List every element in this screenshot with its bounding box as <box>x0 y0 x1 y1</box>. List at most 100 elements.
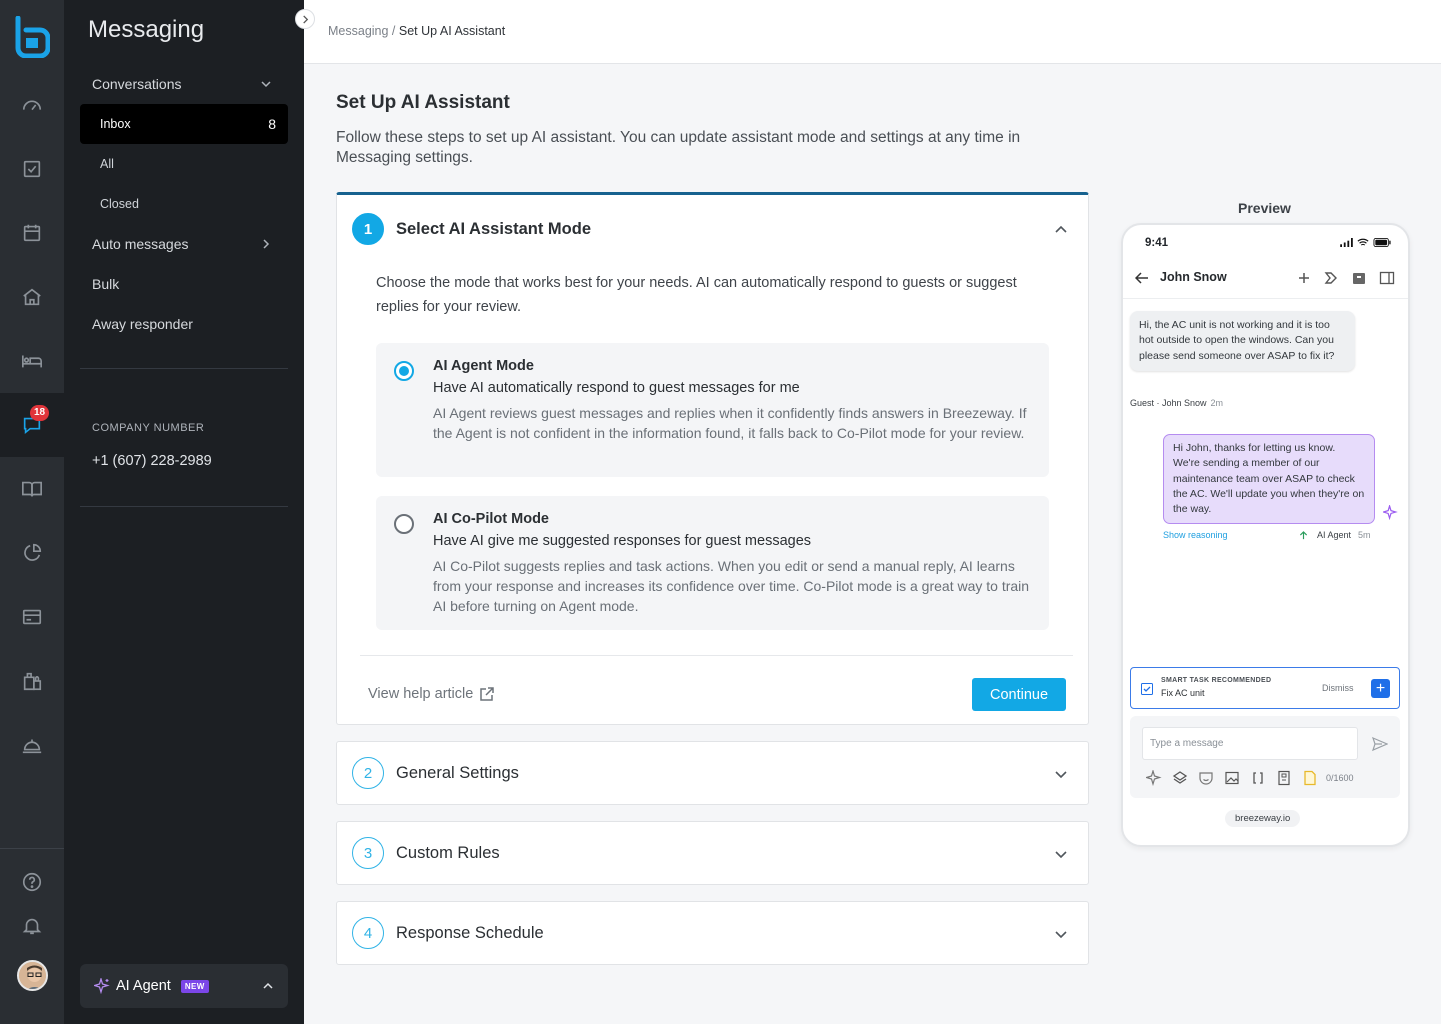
view-help-article-link[interactable]: View help article <box>368 686 495 702</box>
nav-item-label: Inbox <box>100 117 131 131</box>
chevron-down-icon[interactable] <box>1054 847 1068 861</box>
nav-item-away-responder[interactable]: Away responder <box>80 304 288 344</box>
composer-toolbar: 0/1600 <box>1146 770 1354 786</box>
radio-ai-agent-mode[interactable] <box>394 361 414 381</box>
send-icon[interactable] <box>1372 736 1388 752</box>
chevron-up-icon[interactable] <box>1054 223 1068 237</box>
signal-icon <box>1340 238 1353 247</box>
collapse-sidebar-button[interactable] <box>295 9 315 29</box>
message-input[interactable]: Type a message <box>1142 727 1358 760</box>
chevron-right-icon <box>263 239 270 249</box>
nav-item-label: Closed <box>100 197 139 211</box>
nav-item-label: Conversations <box>92 76 182 92</box>
tag-icon[interactable] <box>1323 270 1339 286</box>
step-title: General Settings <box>396 764 519 782</box>
breadcrumb-parent[interactable]: Messaging <box>328 24 388 38</box>
main-content: Messaging / Set Up AI Assistant Set Up A… <box>295 0 1441 1024</box>
option-ai-agent-mode[interactable]: AI Agent Mode Have AI automatically resp… <box>376 343 1049 477</box>
nav-item-all[interactable]: All <box>80 144 288 184</box>
messaging-nav: Messaging Conversations Inbox 8 All Clos… <box>64 0 304 1024</box>
messages-icon[interactable]: 18 <box>0 393 64 457</box>
template-icon[interactable] <box>1276 770 1292 786</box>
tasks-icon[interactable] <box>0 137 64 201</box>
layers-icon[interactable] <box>1172 770 1188 786</box>
nav-item-closed[interactable]: Closed <box>80 184 288 224</box>
option-ai-copilot-mode[interactable]: AI Co-Pilot Mode Have AI give me suggest… <box>376 496 1049 630</box>
breadcrumb-separator: / <box>388 24 399 38</box>
nav-item-label: Away responder <box>92 316 193 332</box>
smart-task-label: SMART TASK RECOMMENDED <box>1161 677 1272 684</box>
guidebook-icon[interactable] <box>0 457 64 521</box>
continue-button[interactable]: Continue <box>972 678 1066 711</box>
calendar-icon[interactable] <box>0 201 64 265</box>
dashboard-icon[interactable] <box>0 73 64 137</box>
smart-task-card: SMART TASK RECOMMENDED Fix AC unit Dismi… <box>1130 667 1400 709</box>
notifications-bell-icon[interactable] <box>0 894 64 958</box>
phone-preview: 9:41 John Snow Hi, the AC unit is not wo… <box>1121 223 1410 847</box>
archive-icon[interactable] <box>1351 270 1367 286</box>
ai-sparkle-icon[interactable] <box>1146 770 1162 786</box>
nav-item-conversations[interactable]: Conversations <box>80 64 288 104</box>
page-title: Set Up AI Assistant <box>336 92 510 113</box>
bed-icon[interactable] <box>0 329 64 393</box>
chevron-down-icon[interactable] <box>1054 767 1068 781</box>
step-number: 2 <box>352 757 384 789</box>
preview-label: Preview <box>1238 200 1291 216</box>
concierge-bell-icon[interactable] <box>0 713 64 777</box>
new-badge: NEW <box>180 979 209 993</box>
breezeway-logo[interactable] <box>14 16 50 58</box>
nav-item-auto-messages[interactable]: Auto messages <box>80 224 288 264</box>
step-2-card[interactable]: 2 General Settings <box>336 741 1089 805</box>
emoji-icon[interactable] <box>1198 770 1214 786</box>
chevron-right-icon <box>302 14 308 24</box>
plus-icon[interactable] <box>1296 270 1312 286</box>
add-task-button[interactable]: + <box>1371 679 1390 698</box>
show-reasoning-link[interactable]: Show reasoning <box>1163 530 1228 540</box>
step-1-card: 1 Select AI Assistant Mode Choose the mo… <box>336 192 1089 725</box>
step-title: Custom Rules <box>396 844 500 862</box>
ai-agent-menu[interactable]: AI Agent NEW <box>80 964 288 1008</box>
option-subtitle: Have AI give me suggested responses for … <box>433 533 812 549</box>
billing-icon[interactable] <box>0 585 64 649</box>
chat-header: John Snow <box>1123 259 1408 299</box>
sparkle-icon <box>94 978 110 994</box>
agent-sender: AI Agent <box>1317 530 1352 540</box>
external-link-icon <box>480 687 495 701</box>
breadcrumb-current: Set Up AI Assistant <box>398 24 506 38</box>
option-title: AI Agent Mode <box>433 358 534 374</box>
chevron-down-icon <box>261 81 271 88</box>
inventory-icon[interactable] <box>0 649 64 713</box>
back-arrow-icon[interactable] <box>1135 271 1149 285</box>
company-number: +1 (607) 228-2989 <box>92 453 212 469</box>
nav-item-inbox[interactable]: Inbox 8 <box>80 104 288 144</box>
step-4-card[interactable]: 4 Response Schedule <box>336 901 1089 965</box>
chevron-down-icon[interactable] <box>1054 927 1068 941</box>
ai-agent-label: AI Agent <box>116 978 171 994</box>
card-divider <box>360 655 1073 656</box>
guest-time: 2m <box>1210 398 1224 408</box>
nav-item-label: All <box>100 157 114 171</box>
image-icon[interactable] <box>1224 770 1240 786</box>
contact-name: John Snow <box>1160 270 1227 284</box>
side-panel-icon[interactable] <box>1379 270 1395 286</box>
reports-icon[interactable] <box>0 521 64 585</box>
agent-time: 5m <box>1358 530 1371 540</box>
breadcrumb: Messaging / Set Up AI Assistant <box>328 24 505 38</box>
sparkle-icon <box>1383 505 1398 520</box>
brackets-icon[interactable] <box>1250 770 1266 786</box>
dismiss-button[interactable]: Dismiss <box>1322 683 1354 693</box>
user-avatar[interactable] <box>17 960 48 991</box>
step-number: 1 <box>352 213 384 245</box>
guest-message-meta: Guest · John Snow 2m <box>1130 398 1223 408</box>
step-3-card[interactable]: 3 Custom Rules <box>336 821 1089 885</box>
step-title[interactable]: Select AI Assistant Mode <box>396 220 591 239</box>
help-link-label: View help article <box>368 686 474 702</box>
task-check-icon <box>1141 683 1153 695</box>
nav-title: Messaging <box>88 16 205 43</box>
nav-divider <box>80 506 288 507</box>
nav-item-bulk[interactable]: Bulk <box>80 264 288 304</box>
radio-ai-copilot-mode[interactable] <box>394 514 414 534</box>
step-description: Choose the mode that works best for your… <box>376 275 1017 315</box>
home-icon[interactable] <box>0 265 64 329</box>
document-icon[interactable] <box>1302 770 1318 786</box>
